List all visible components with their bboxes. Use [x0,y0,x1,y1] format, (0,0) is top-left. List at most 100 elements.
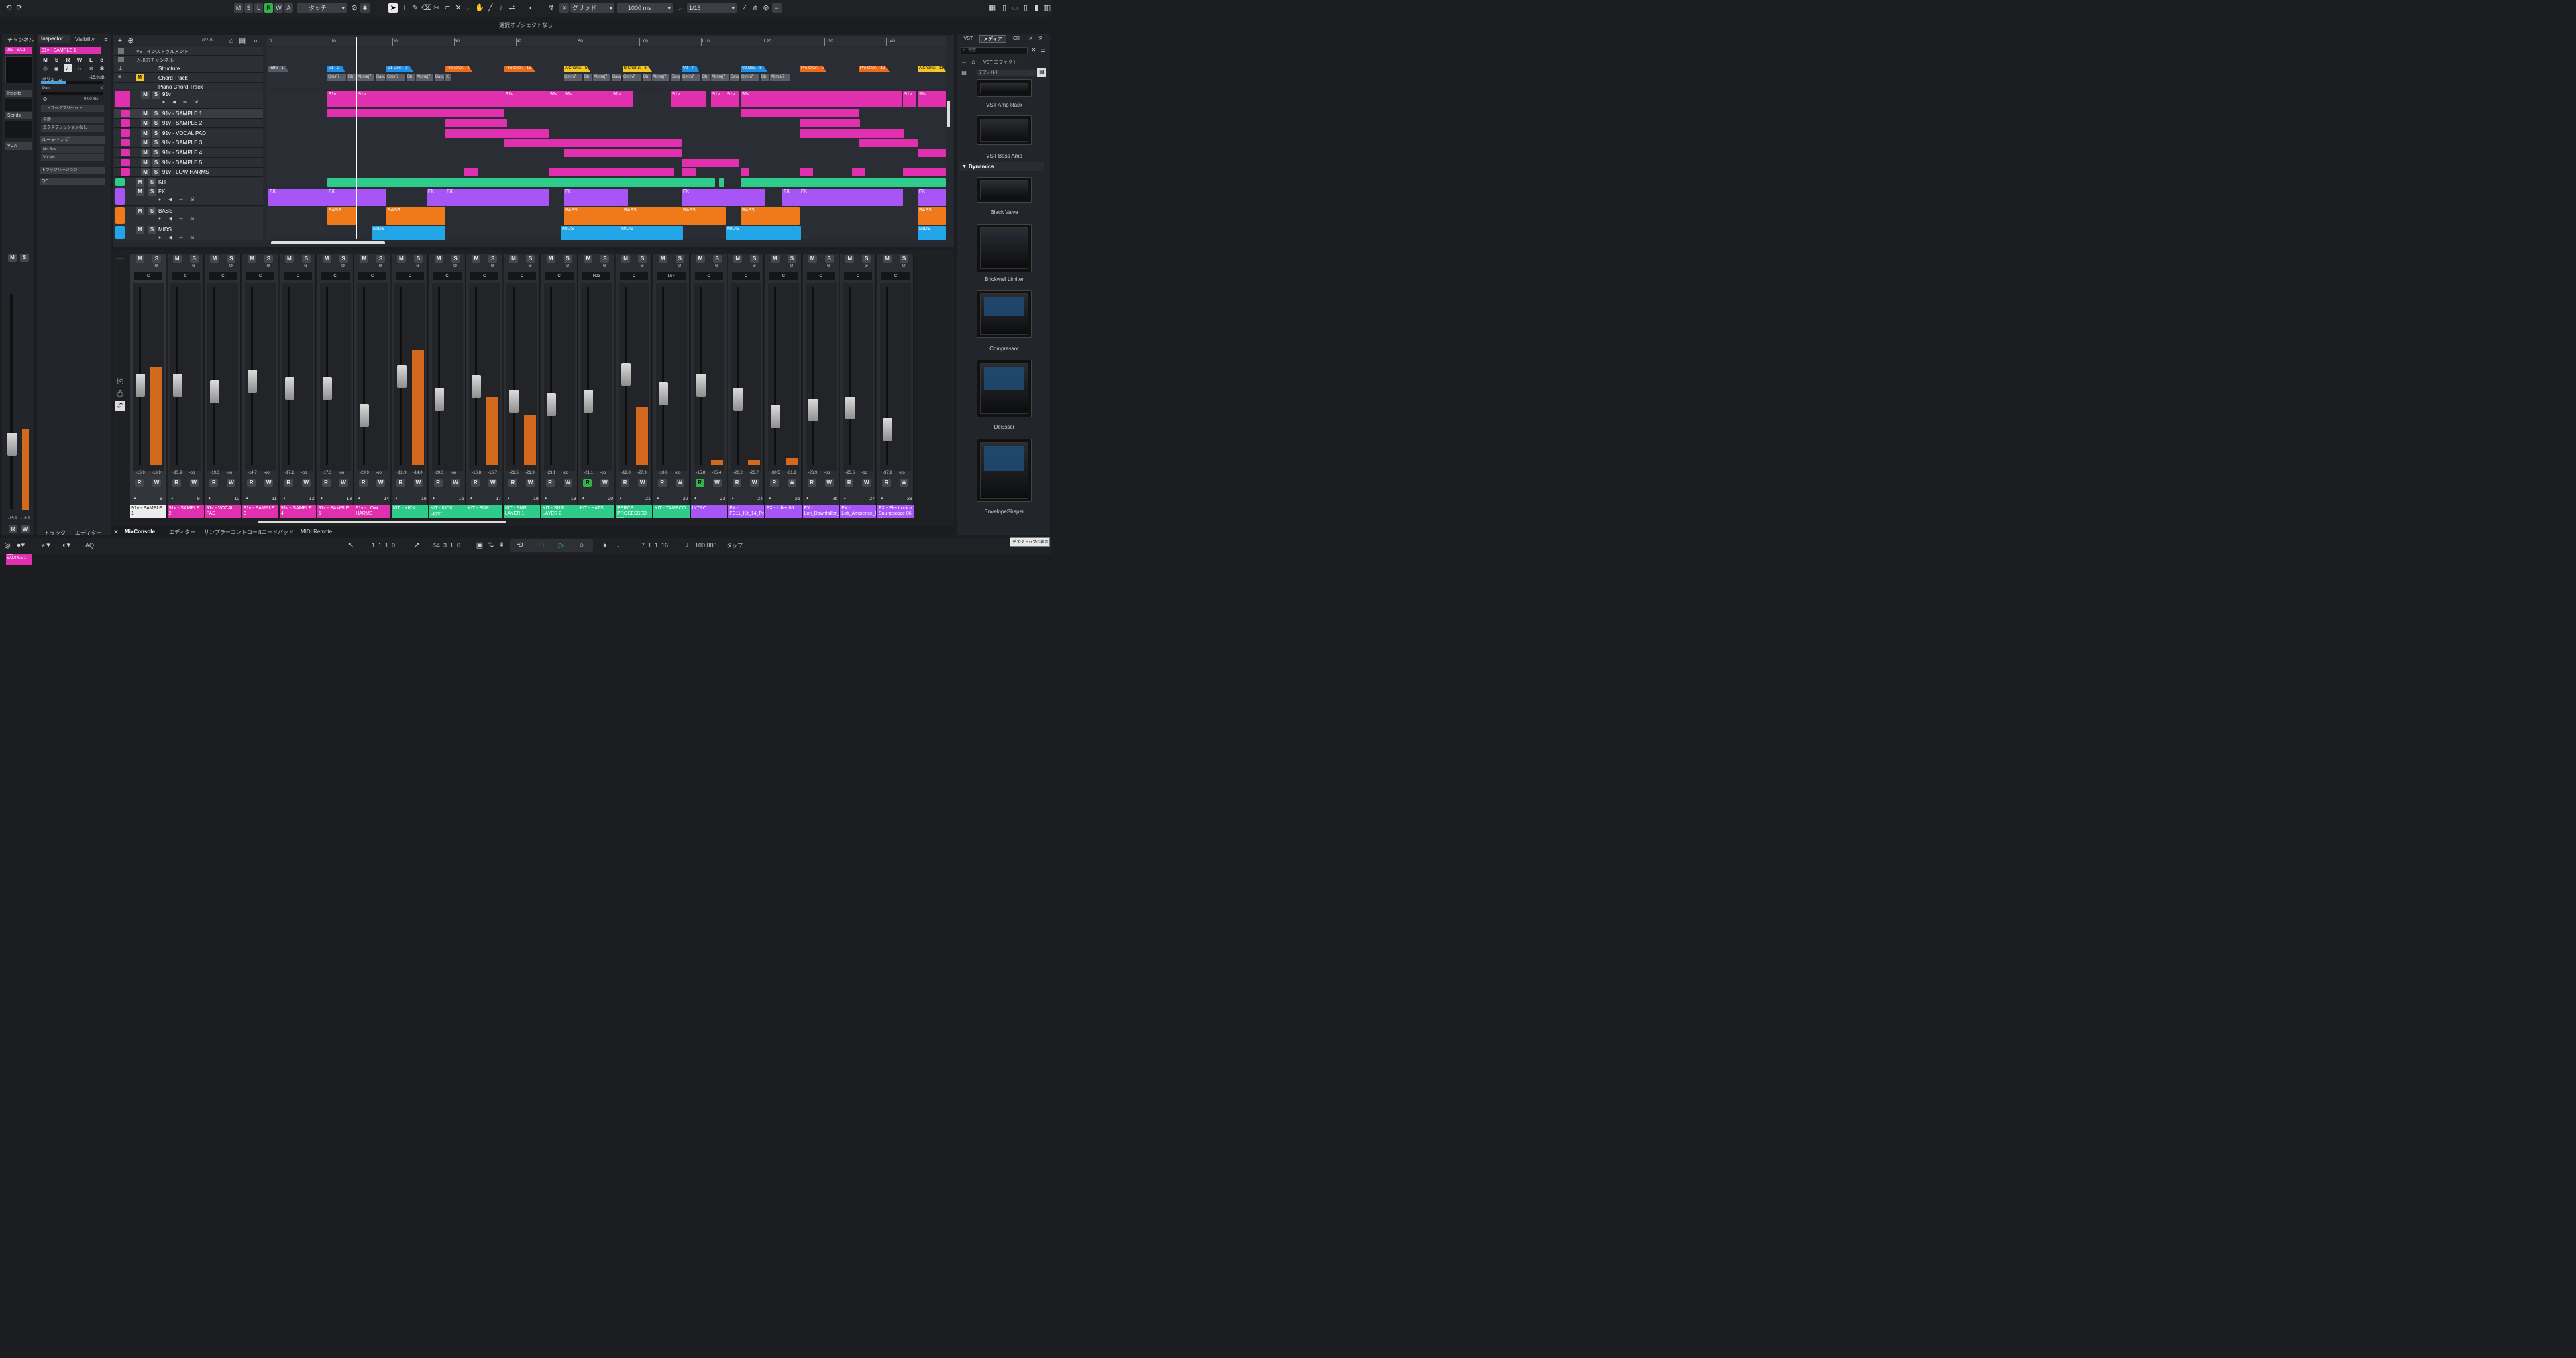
strip-pan-control[interactable]: C [433,272,462,280]
strip-mute-button[interactable]: M [248,255,257,263]
preset-select[interactable]: デフォルト [977,70,1036,76]
record-enable-icon[interactable]: ● [156,197,164,203]
clip[interactable]: 91v [564,91,612,107]
suspend-icon[interactable]: ⊘ [350,3,359,13]
clip[interactable] [719,178,724,187]
strip-write-button[interactable]: W [862,479,871,487]
mixer-tool-icon-2[interactable]: ⎙ [115,389,125,399]
track-header[interactable]: M S 91v - SAMPLE 2 [114,119,263,128]
left-locator-icon[interactable]: ↖ [346,541,356,550]
strip-mute-button[interactable]: M [396,255,406,263]
structure-marker[interactable]: A Chorus - 11 [918,66,946,72]
global-track-vsti[interactable]: VST インストゥルメント [114,47,263,56]
mixer-channel-strip[interactable]: M S ⊘ C -15.8 -25.4 R W ▲ 23 INTRO [690,254,727,518]
clip[interactable] [704,178,710,187]
strip-read-button[interactable]: R [882,479,891,487]
bottom-tab[interactable]: コードパッド [262,529,294,536]
track-solo-button[interactable]: S [152,91,160,99]
strip-read-button[interactable]: R [433,479,443,487]
clip[interactable] [549,168,564,176]
strip-bypass-icon[interactable]: ⊘ [638,263,646,270]
line-tool-icon[interactable]: ╱ [486,3,495,13]
chord-event[interactable]: Bb [584,74,592,81]
quantize-icon[interactable]: ⌕ [676,3,686,13]
tempo-icon[interactable]: ♩ [684,541,694,550]
clip[interactable] [800,129,904,138]
plugin-thumbnail[interactable] [977,290,1032,338]
strip-mute-button[interactable]: M [210,255,219,263]
clip[interactable]: BASS [327,207,357,225]
strip-bypass-icon[interactable]: ⊘ [600,263,608,270]
strip-solo-button[interactable]: S [675,255,684,263]
strip-fader[interactable] [733,387,743,411]
mixer-channel-strip[interactable]: M S ⊘ C -23.1 -oo R W ▲ 19 KIT - SNR LAYER 2 [541,254,578,518]
strip-bypass-icon[interactable]: ⊘ [227,263,235,270]
strip-read-button[interactable]: R [508,479,517,487]
channel-tab[interactable]: チャンネル [7,36,34,44]
monitor-icon[interactable]: ◀ [166,216,174,223]
global-track-structure[interactable]: ⊥ Structure [114,64,263,73]
strip-pan-control[interactable]: C [395,272,424,280]
strip-fader[interactable] [248,370,258,393]
vertical-scrollbar[interactable] [947,101,950,127]
monitor-icon[interactable]: ◀ [166,197,174,203]
track-header[interactable]: M S 91v - SAMPLE 5 [114,158,263,168]
clip[interactable]: FX [268,189,327,206]
sends-button[interactable]: Sends [5,112,32,119]
strip-bypass-icon[interactable]: ⊘ [825,263,833,270]
route-output-select[interactable]: Vocals [41,154,104,161]
strip-pan-control[interactable]: C [545,272,574,280]
record-enable-icon[interactable]: ● [160,99,168,106]
chord-event[interactable]: Cmin7 [386,74,405,81]
clip[interactable]: FX [327,189,386,206]
visibility-tab[interactable]: Visibility [75,36,95,42]
right-zone-tab[interactable]: VSTi [961,35,977,43]
strip-fader[interactable] [322,377,332,401]
strip-solo-button[interactable]: S [712,255,722,263]
strip-read-button[interactable]: R [396,479,405,487]
track-mute-button[interactable]: M [141,110,150,118]
home-icon[interactable]: ⌂ [969,57,978,66]
performance-icon[interactable]: ◎ [3,541,12,550]
strip-pan-control[interactable]: C [358,272,387,280]
list-view-icon[interactable]: ☰ [1038,46,1048,55]
left-zone-icon[interactable]: ▯ [1000,3,1009,13]
mixer-channel-strip[interactable]: M S ⊘ C -19.3 -oo R W ▲ 10 91v - VOCAL PAD [205,254,241,518]
punch-icon[interactable]: ◐▾ [62,541,71,550]
clip[interactable] [800,119,860,127]
track-preset-select[interactable]: トラックプリセット... [41,105,104,112]
mixer-channel-strip[interactable]: M S ⊘ C -16.8 -16.7 R W ▲ 17 KIT - SNR [466,254,503,518]
inspector-tab[interactable]: Inspector [38,35,70,43]
plugin-thumbnail[interactable] [977,360,1032,417]
bottom-tab[interactable]: エディター [169,529,195,536]
strip-pan-control[interactable]: C [694,272,723,280]
strip-solo-button[interactable]: S [376,255,386,263]
strip-mute-button[interactable]: M [621,255,631,263]
hand-tool-icon[interactable]: ✋ [475,3,484,13]
color-tool-icon[interactable]: ◐ [527,3,536,13]
strip-mute-button[interactable]: M [284,255,294,263]
plugin-name[interactable]: DeEsser [963,424,1045,430]
channel-read-button[interactable]: R [9,525,17,533]
track-header[interactable]: M S 91v - LOW HARMS [114,168,263,177]
category-header[interactable]: ▼ Dynamics [959,162,1044,171]
clip[interactable]: 91v [504,91,549,107]
track-header[interactable]: M S 91v - SAMPLE 3 [114,138,263,148]
strip-bypass-icon[interactable]: ⊘ [451,263,460,270]
mixer-channel-strip[interactable]: M S ⊘ C -29.9 -oo R W ▲ 14 91v - LOW HARMS [354,254,391,518]
strip-bypass-icon[interactable]: ⊘ [264,263,272,270]
clip[interactable] [741,168,749,176]
track-header[interactable]: M S 91v - SAMPLE 1 [114,109,263,119]
mixer-scrollbar[interactable] [258,521,506,523]
structure-marker[interactable]: V2 - 7 [682,66,699,72]
mixer-channel-strip[interactable]: MS⊘C -20.2 -23.7 RW ▲ 24 FX - FC11_Kit_14_Perc [728,254,765,518]
plugin-thumbnail[interactable] [977,177,1032,203]
structure-marker[interactable]: A Chorus - 5 [564,66,590,72]
strip-bypass-icon[interactable]: ⊘ [376,263,384,270]
mixer-channel-strip[interactable]: M S ⊘ R23 -21.1 -oo R W ▲ 20 KIT - HATS [578,254,615,518]
note-icon[interactable]: ♩ [64,64,72,72]
lanes-icon[interactable]: ═ [177,216,185,223]
strip-mute-button[interactable]: M [322,255,331,263]
channel-solo-button[interactable]: S [20,254,29,262]
plugin-name[interactable]: Black Valve [963,209,1045,215]
